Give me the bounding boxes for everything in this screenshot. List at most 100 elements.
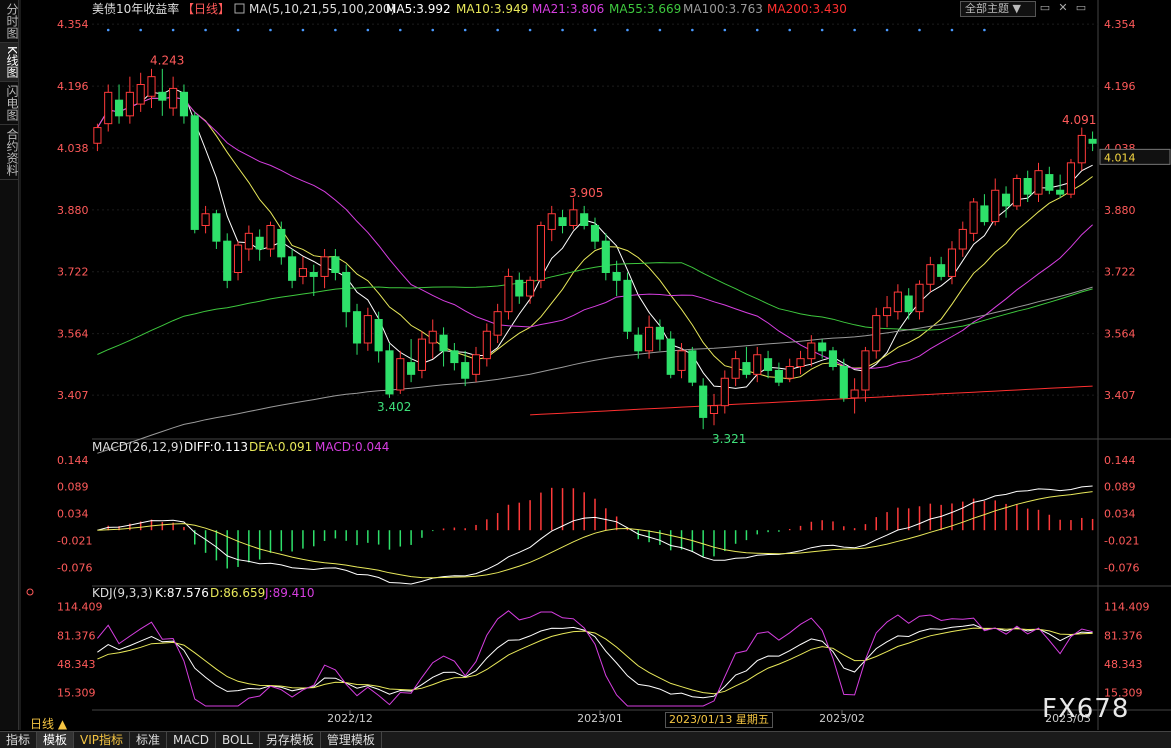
ma-params: MA(5,10,21,55,100,200) <box>249 2 395 16</box>
kdj-d-value: D:86.659 <box>210 586 265 600</box>
close-icon[interactable]: ✕ <box>1055 1 1071 15</box>
candle-body <box>937 264 946 277</box>
candle-body <box>298 268 308 277</box>
event-dot <box>626 28 629 32</box>
candle-body <box>785 366 794 379</box>
template-toolbar: 指标 模板 VIP指标 标准 MACD BOLL 另存模板 管理模板 <box>0 731 1171 748</box>
event-dot <box>139 28 142 32</box>
event-dot <box>463 28 467 32</box>
candle-body <box>244 232 253 250</box>
candle-body <box>623 279 632 332</box>
candle-body <box>828 350 838 368</box>
symbol-title: 美债10年收益率 <box>92 1 179 16</box>
event-dot <box>334 28 337 32</box>
macd-panel: 0.144 0.144 0.089 0.089 0.034 0.034 -0.021 -0.0… <box>57 454 1139 585</box>
event-dot <box>658 28 662 32</box>
theme-dropdown[interactable]: 全部主题 ▼ <box>960 1 1036 17</box>
macd-params: MACD(26,12,9) <box>92 440 183 454</box>
price-tick-left: 4.196 <box>57 80 89 93</box>
candle-body <box>677 350 686 371</box>
ma-value: MA200:3.430 <box>767 2 847 16</box>
kdj-tick-left: 81.376 <box>57 629 96 642</box>
candle-body <box>536 225 545 281</box>
tab-timeshare[interactable]: 分时图 <box>0 0 19 43</box>
candle-body <box>482 330 491 360</box>
candle-body <box>612 272 621 281</box>
price-tick-right: 3.722 <box>1104 266 1136 279</box>
candle-body <box>179 91 189 117</box>
candle-body <box>796 358 805 367</box>
kdj-tick-right: 114.409 <box>1104 601 1150 614</box>
kdj-k-line <box>97 624 1093 699</box>
candle-body <box>201 213 210 226</box>
tab-kline[interactable]: K线图 <box>0 43 19 82</box>
event-dot <box>269 28 272 32</box>
event-dot <box>431 28 435 32</box>
kdj-tick-left: 114.409 <box>57 601 103 614</box>
price-tick-left: 4.354 <box>57 18 89 31</box>
price-tick-left: 4.038 <box>57 142 89 155</box>
event-dot <box>171 28 175 32</box>
chart-canvas[interactable]: 4.354 4.3544.196 4.1964.038 4.0383.880 3.880… <box>0 0 1171 747</box>
price-tick-left: 3.880 <box>57 204 89 217</box>
current-price-label: 4.014 <box>1104 151 1136 164</box>
candle-body <box>352 311 362 344</box>
kdj-settings-icon <box>26 588 34 596</box>
tab-vip-indicator[interactable]: VIP指标 <box>74 732 131 748</box>
candle-body <box>504 275 513 313</box>
candle-body <box>147 76 156 97</box>
restore-icon[interactable]: ▭ <box>1037 1 1053 15</box>
tab-indicator[interactable]: 指标 <box>0 732 38 748</box>
event-dot <box>820 28 824 32</box>
candle-body <box>212 213 221 242</box>
candle-body <box>396 358 405 391</box>
candle-body <box>882 307 892 317</box>
candle-body <box>288 256 297 281</box>
candle-body <box>558 217 567 227</box>
manage-template-button[interactable]: 管理模板 <box>321 732 382 748</box>
candle-body <box>655 326 664 340</box>
candle-body <box>634 334 643 352</box>
candle-body <box>407 362 416 375</box>
event-dot <box>398 28 402 32</box>
candle-body <box>645 326 654 352</box>
candle-body <box>158 91 167 101</box>
candle-body <box>136 84 145 105</box>
tab-flash[interactable]: 闪电图 <box>0 82 19 125</box>
candle-body <box>255 236 264 250</box>
candle-body <box>417 338 426 371</box>
price-tick-right: 3.564 <box>1104 328 1136 341</box>
candle-body <box>720 377 729 407</box>
event-dot <box>885 28 889 32</box>
macd-value: MACD:0.044 <box>315 440 389 454</box>
event-dot <box>496 28 499 32</box>
macd-tick-right: 0.034 <box>1104 508 1136 521</box>
macd-tick-right: -0.076 <box>1104 561 1139 574</box>
period-selector[interactable]: 日线 ▲ <box>30 715 67 732</box>
tab-boll[interactable]: BOLL <box>216 732 260 748</box>
candle-body <box>385 350 394 395</box>
candle-body <box>753 354 762 375</box>
maximize-icon[interactable]: ▭ <box>1073 1 1089 15</box>
candle-body <box>450 350 459 364</box>
period-label: 【日线】 <box>182 2 230 16</box>
event-dot <box>236 28 240 32</box>
kdj-tick-right: 81.376 <box>1104 629 1143 642</box>
candle-body <box>1034 170 1043 195</box>
candle-body <box>374 319 383 352</box>
tab-macd[interactable]: MACD <box>167 732 217 748</box>
price-tick-right: 4.196 <box>1104 80 1136 93</box>
candle-body <box>493 311 502 336</box>
tab-template[interactable]: 模板 <box>37 732 75 748</box>
event-dot <box>106 28 110 32</box>
candle-body <box>331 256 340 274</box>
tab-contract-info[interactable]: 合约资料 <box>0 125 19 180</box>
candle-body <box>547 213 556 230</box>
tab-standard[interactable]: 标准 <box>130 732 168 748</box>
candle-body <box>266 225 275 250</box>
candle-body <box>515 279 524 297</box>
candle-body <box>893 291 902 313</box>
candle-body <box>872 315 881 352</box>
save-template-button[interactable]: 另存模板 <box>260 732 321 748</box>
theme-label: 全部主题 <box>965 2 1009 15</box>
